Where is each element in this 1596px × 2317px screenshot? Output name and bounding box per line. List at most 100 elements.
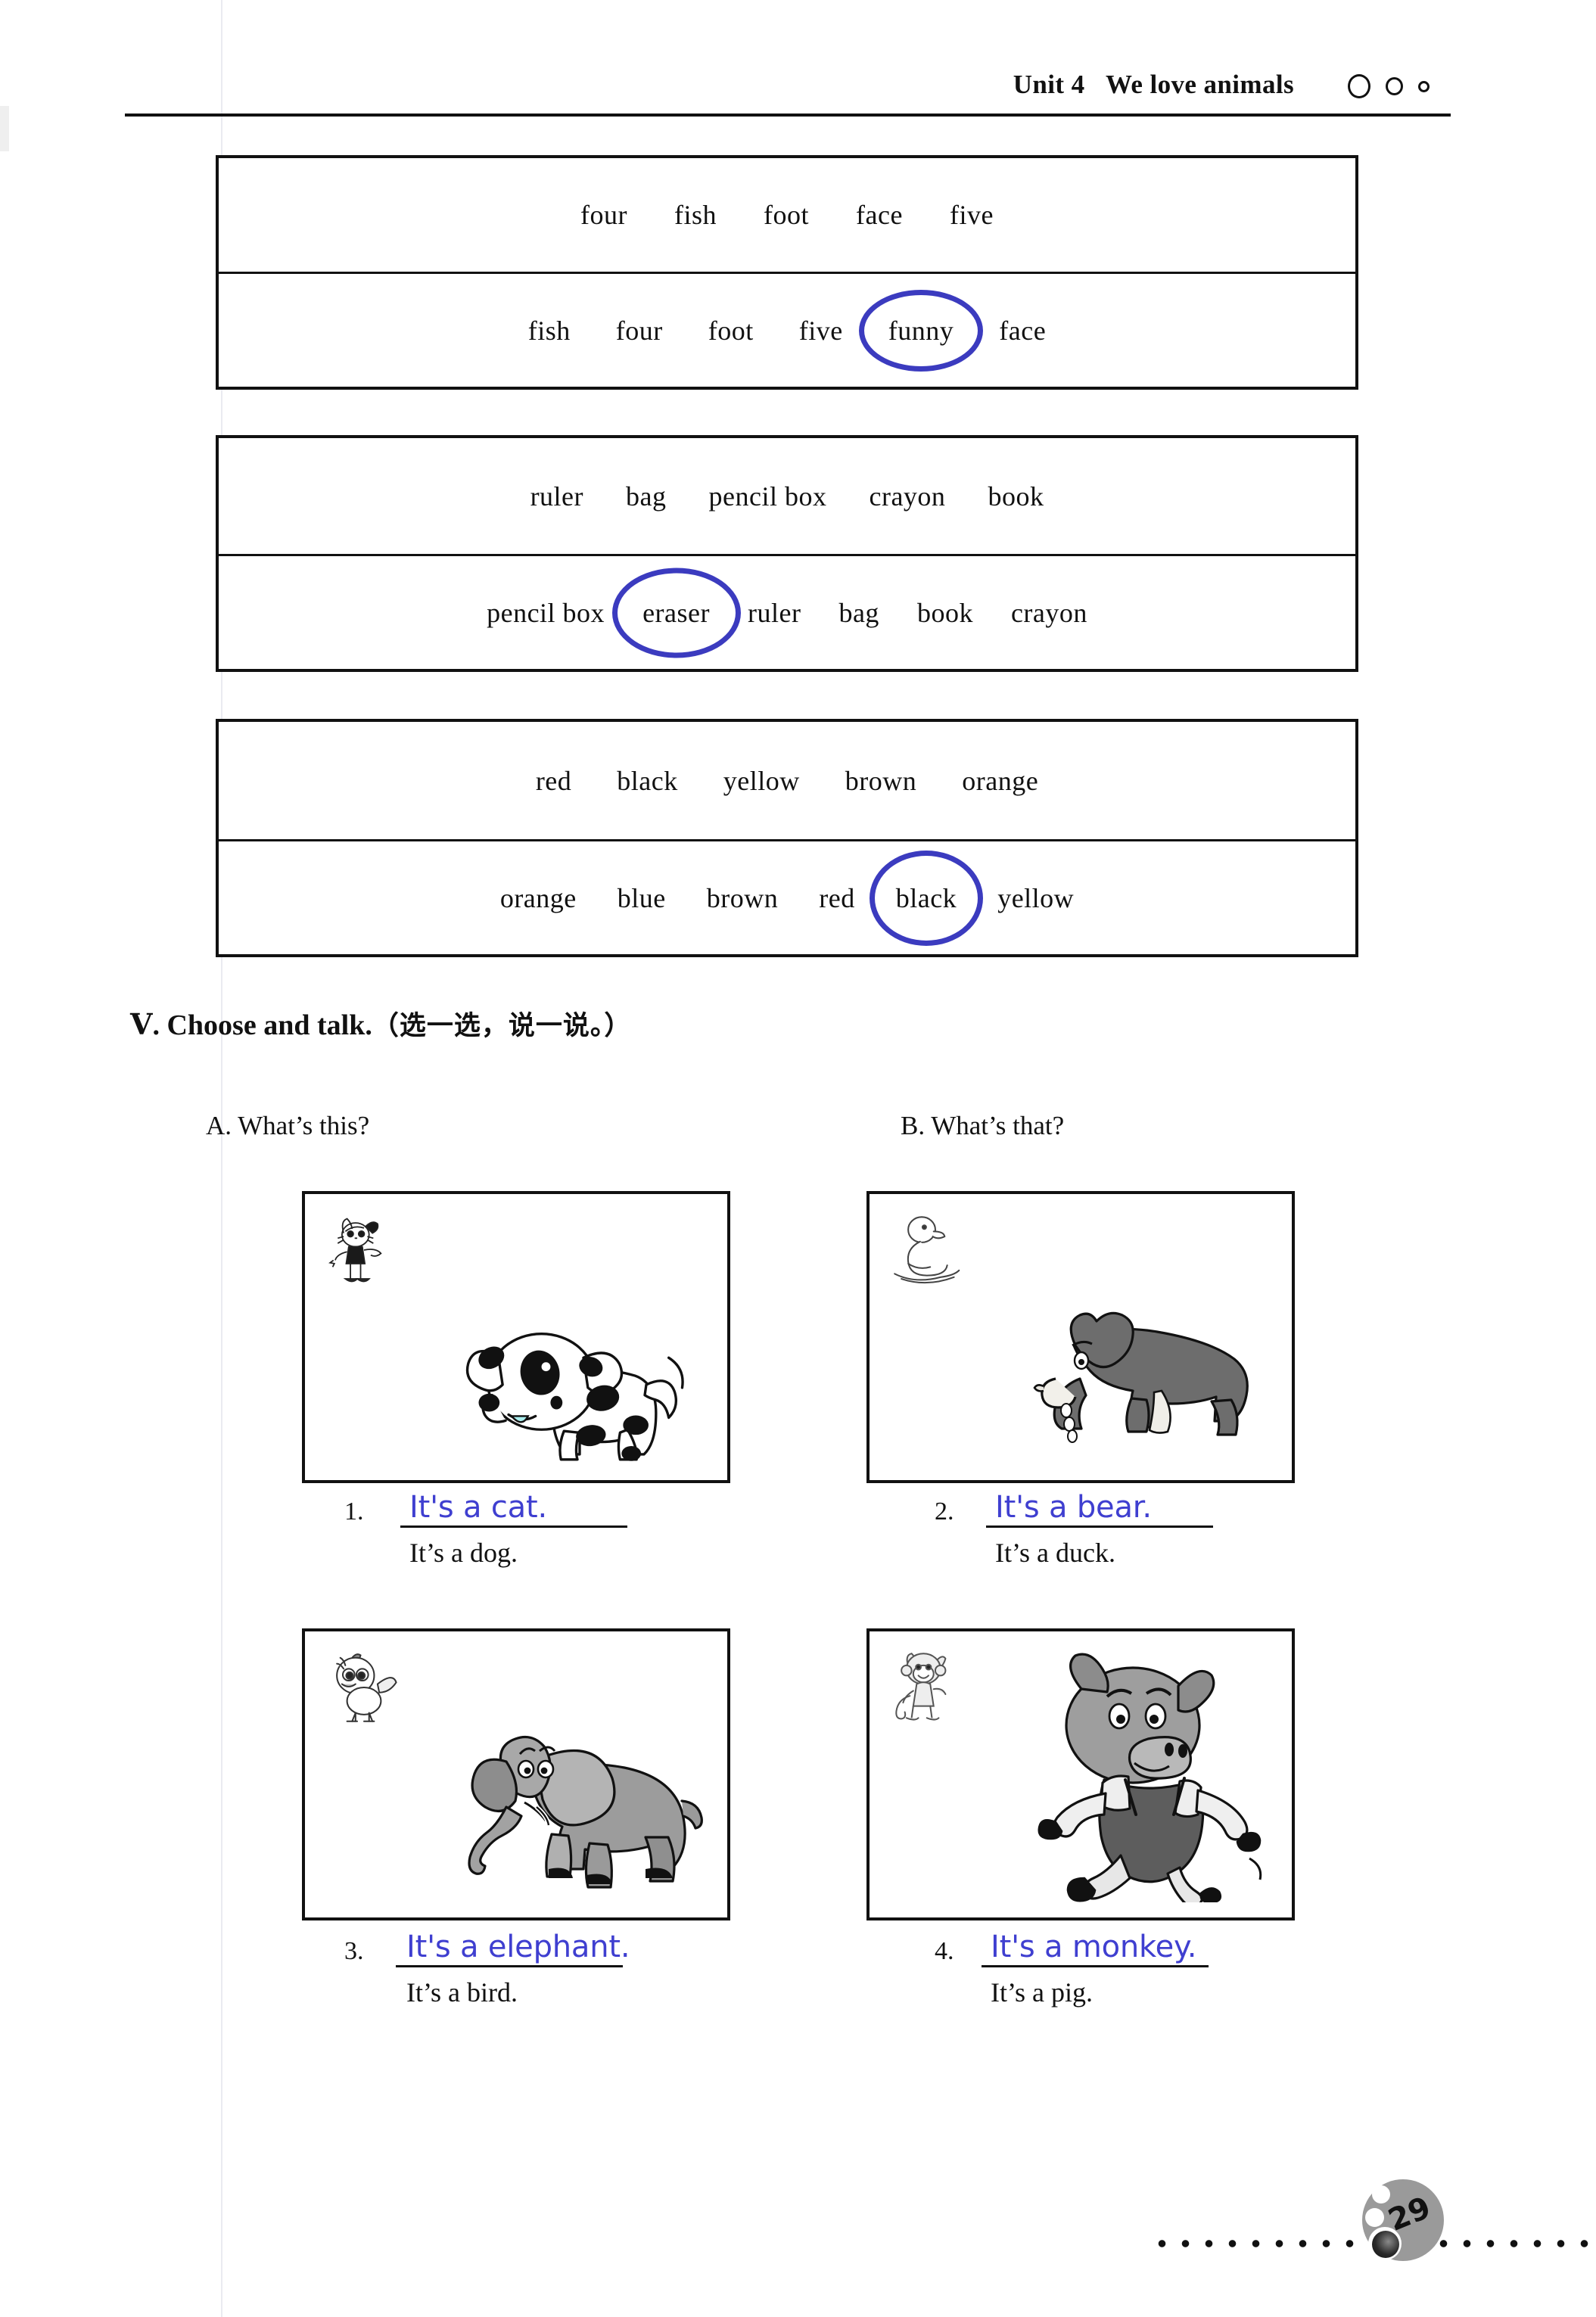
- handwritten-answer[interactable]: It's a monkey.: [991, 1930, 1196, 1964]
- handwritten-answer[interactable]: It's a bear.: [995, 1490, 1152, 1525]
- word-box-row-1: ruler bag pencil box crayon book: [219, 438, 1355, 554]
- word-item: blue: [617, 882, 666, 913]
- section-numeral: Ⅴ: [130, 1009, 153, 1041]
- answer-blank-rule: [396, 1965, 623, 1967]
- word-list: pencil box eraser ruler bag book crayon: [484, 597, 1090, 629]
- word-item: face: [999, 315, 1047, 346]
- item-number: 2.: [935, 1497, 954, 1525]
- small-circle-icon: [1418, 80, 1430, 92]
- picture-panel-bear: [866, 1191, 1295, 1483]
- answer-block-3: 3. It's a elephant. It’s a bird.: [344, 1927, 814, 2008]
- header-decorative-dots: [1348, 74, 1430, 98]
- handwritten-answer[interactable]: It's a cat.: [409, 1490, 547, 1525]
- word-item: brown: [845, 765, 917, 796]
- section-dot: .: [152, 1009, 160, 1041]
- section-title: Choose and talk.: [166, 1009, 372, 1041]
- elephant-image: [468, 1736, 703, 1889]
- word-item: black: [617, 765, 678, 796]
- unit-header-title: Unit 4 We love animals: [1013, 70, 1294, 100]
- workbook-page: Unit 4 We love animals four fish foot fa…: [0, 0, 1596, 2317]
- word-item: yellow: [723, 765, 800, 796]
- prompt-b-whats-that: B. What’s that?: [901, 1111, 1065, 1140]
- spotted-dog-image: [465, 1332, 684, 1461]
- answer-blank-rule: [986, 1525, 1213, 1528]
- answer-block-1: 1. It's a cat. It’s a dog.: [344, 1487, 814, 1568]
- word-item: orange: [962, 765, 1039, 796]
- monkey-icon: [895, 1653, 947, 1721]
- answer-line[interactable]: 3. It's a elephant.: [344, 1927, 814, 1973]
- item-number: 4.: [935, 1937, 954, 1965]
- page-header: Unit 4 We love animals: [125, 70, 1451, 130]
- word-item: four: [615, 315, 663, 346]
- word-item: crayon: [1010, 597, 1087, 628]
- word-item: book: [916, 597, 973, 628]
- answer-line[interactable]: 2. It's a bear.: [935, 1487, 1404, 1534]
- answer-line[interactable]: 4. It's a monkey.: [935, 1927, 1404, 1973]
- word-box-row-2: fish four foot five funny face: [219, 272, 1355, 387]
- cat-toy-icon: [328, 1218, 382, 1283]
- word-list: ruler bag pencil box crayon book: [528, 481, 1047, 512]
- word-item: pencil box: [487, 597, 605, 628]
- answer-blank-rule: [400, 1525, 627, 1528]
- word-item: bag: [838, 597, 879, 628]
- picture-panel-elephant: [302, 1628, 730, 1920]
- pig-image: [1038, 1653, 1262, 1902]
- word-box-colours: red black yellow brown orange orange blu…: [216, 719, 1358, 957]
- page-edge-smudge: [0, 106, 9, 151]
- medium-circle-icon: [1386, 77, 1403, 95]
- handwritten-answer[interactable]: It's a elephant.: [406, 1930, 630, 1964]
- word-item: ruler: [530, 481, 584, 512]
- answer-blank-rule: [982, 1965, 1209, 1967]
- word-item: yellow: [997, 882, 1075, 913]
- bear-image: [1033, 1311, 1249, 1443]
- word-box-row-2: orange blue brown red black yellow: [219, 839, 1355, 954]
- printed-answer: It’s a bird.: [406, 1977, 518, 2008]
- word-item: fish: [527, 315, 571, 346]
- item-number: 1.: [344, 1497, 364, 1525]
- word-item: foot: [764, 200, 810, 230]
- printed-answer: It’s a duck.: [995, 1538, 1115, 1568]
- unit-label: Unit 4: [1013, 70, 1085, 99]
- word-item: book: [988, 481, 1044, 512]
- page-footer: [0, 2217, 1596, 2270]
- printed-answer: It’s a dog.: [409, 1538, 518, 1568]
- large-circle-icon: [1348, 74, 1370, 98]
- word-list: fish four foot five funny face: [526, 315, 1048, 347]
- word-item: orange: [499, 882, 577, 913]
- word-item: fish: [674, 200, 717, 230]
- circled-word: funny: [886, 315, 957, 347]
- section-title-chinese: （选一选，说一说。）: [372, 1011, 632, 1041]
- word-box-row-2: pencil box eraser ruler bag book crayon: [219, 554, 1355, 669]
- word-item: bag: [626, 481, 667, 512]
- answer-block-4: 4. It's a monkey. It’s a pig.: [935, 1927, 1404, 2008]
- picture-panel-pig: [866, 1628, 1295, 1920]
- word-list: orange blue brown red black yellow: [498, 882, 1076, 914]
- word-list: four fish foot face five: [578, 199, 996, 231]
- circled-word: black: [894, 882, 959, 914]
- answer-block-2: 2. It's a bear. It’s a duck.: [935, 1487, 1404, 1568]
- word-box-school-things: ruler bag pencil box crayon book pencil …: [216, 435, 1358, 672]
- circled-word: eraser: [640, 597, 712, 629]
- word-box-row-1: four fish foot face five: [219, 158, 1355, 272]
- word-box-f-words: four fish foot face five fish four foot …: [216, 155, 1358, 390]
- word-item: brown: [706, 882, 779, 913]
- header-rule: [125, 114, 1451, 117]
- unit-title: We love animals: [1105, 70, 1294, 99]
- bird-icon: [336, 1653, 397, 1722]
- word-box-row-1: red black yellow brown orange: [219, 722, 1355, 839]
- page-number-badge: 29: [1362, 2179, 1444, 2261]
- word-item: foot: [708, 315, 754, 346]
- word-item: ruler: [747, 597, 801, 628]
- word-item: crayon: [869, 481, 946, 512]
- duck-icon: [894, 1216, 960, 1284]
- word-list: red black yellow brown orange: [534, 765, 1041, 797]
- word-item: four: [580, 200, 628, 230]
- word-item: five: [949, 200, 994, 230]
- picture-panel-dog: [302, 1191, 730, 1483]
- item-number: 3.: [344, 1937, 364, 1965]
- word-item: red: [819, 882, 855, 913]
- answer-line[interactable]: 1. It's a cat.: [344, 1487, 814, 1534]
- word-item: face: [856, 200, 903, 230]
- prompt-a-whats-this: A. What’s this?: [206, 1111, 370, 1140]
- printed-answer: It’s a pig.: [991, 1977, 1093, 2008]
